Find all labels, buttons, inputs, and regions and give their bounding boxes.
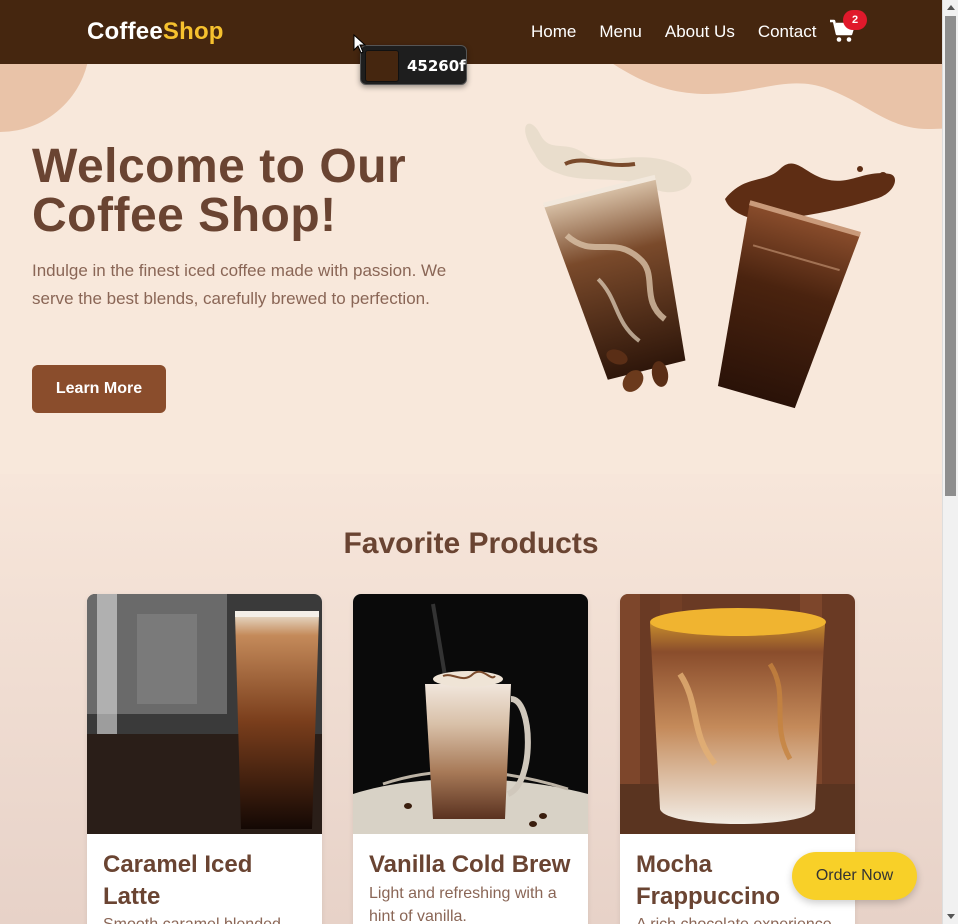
hero-section: Welcome to Our Coffee Shop! Indulge in t…: [0, 64, 942, 474]
learn-more-button[interactable]: Learn More: [32, 365, 166, 413]
nav-link-contact[interactable]: Contact: [758, 22, 817, 42]
hero-title: Welcome to Our Coffee Shop!: [32, 142, 406, 240]
product-description: Light and refreshing with a hint of vani…: [369, 885, 557, 924]
navbar: CoffeeShop Home Menu About Us Contact 2: [0, 0, 942, 64]
product-card-vanilla-cold-brew[interactable]: Vanilla Cold Brew Light and refreshing w…: [353, 594, 588, 924]
color-picker-tooltip: 45260f: [360, 45, 467, 85]
hero-title-line1: Welcome to Our: [32, 140, 407, 193]
section-title: Favorite Products: [343, 527, 599, 560]
nav-links: Home Menu About Us Contact: [531, 22, 839, 42]
vanilla-cold-brew-image: [353, 594, 588, 834]
product-description: A rich chocolate experience: [636, 913, 841, 924]
color-hex-value: 45260f: [407, 57, 466, 75]
cart-count-badge: 2: [843, 10, 867, 30]
product-description: Smooth caramel blended: [103, 913, 308, 924]
product-name: Caramel Iced Latte: [103, 851, 253, 910]
product-card-caramel-iced-latte[interactable]: Caramel Iced Latte Smooth caramel blende…: [87, 594, 322, 924]
product-name: Vanilla Cold Brew: [369, 851, 571, 878]
logo-text-shop: Shop: [162, 18, 224, 45]
vertical-scrollbar[interactable]: [942, 0, 958, 924]
nav-link-about-us[interactable]: About Us: [665, 22, 735, 42]
scrollbar-thumb[interactable]: [945, 16, 956, 496]
color-swatch: [365, 50, 399, 82]
scroll-up-arrow-icon[interactable]: [947, 5, 955, 10]
hero-title-line2: Coffee Shop!: [32, 189, 337, 242]
nav-link-home[interactable]: Home: [531, 22, 576, 42]
decorative-blob-left: [0, 64, 90, 132]
nav-link-menu[interactable]: Menu: [599, 22, 642, 42]
hero-description: Indulge in the finest iced coffee made w…: [32, 261, 447, 308]
order-now-button[interactable]: Order Now: [792, 852, 917, 900]
logo[interactable]: CoffeeShop: [87, 18, 224, 46]
scroll-down-arrow-icon[interactable]: [947, 914, 955, 919]
mocha-frappuccino-image: [620, 594, 855, 834]
logo-text-coffee: Coffee: [87, 18, 163, 45]
caramel-iced-latte-image: [87, 594, 322, 834]
mouse-cursor-icon: [353, 34, 367, 54]
iced-coffee-splash-image: [525, 123, 895, 409]
